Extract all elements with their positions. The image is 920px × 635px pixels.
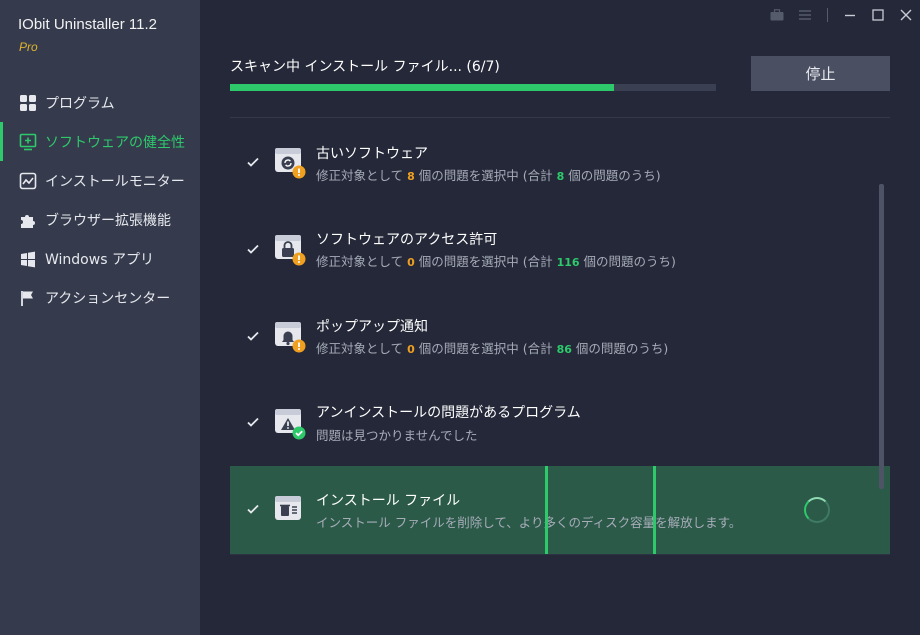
item-title: インストール ファイル	[316, 493, 461, 509]
install-files-trash-icon	[273, 493, 307, 527]
ok-badge-icon	[292, 426, 306, 440]
windows-icon	[18, 249, 38, 269]
item-description: 修正対象として 0 個の問題を選択中 (合計 86 個の問題のうち)	[316, 341, 669, 356]
selected-count: 0	[407, 256, 415, 269]
item-checkbox[interactable]	[246, 329, 260, 343]
grid-icon	[18, 93, 38, 113]
sidebar-item-label: インストールモニター	[45, 173, 185, 190]
close-icon[interactable]	[892, 0, 920, 30]
item-description: 問題は見つかりませんでした	[316, 428, 478, 443]
monitor-chart-icon	[18, 171, 38, 191]
item-title: ソフトウェアのアクセス許可	[316, 232, 498, 248]
item-checkbox[interactable]	[246, 242, 260, 256]
scan-highlight-line	[653, 466, 656, 554]
scan-highlight-line	[545, 466, 548, 554]
app-title: IObit Uninstaller 11.2	[18, 16, 157, 33]
item-description: 修正対象として 0 個の問題を選択中 (合計 116 個の問題のうち)	[316, 254, 676, 269]
item-checkbox[interactable]	[246, 155, 260, 169]
app-edition: Pro	[19, 40, 38, 54]
sidebar-item-label: ソフトウェアの健全性	[45, 134, 185, 151]
sidebar-item-label: アクションセンター	[45, 290, 171, 307]
minimize-icon[interactable]	[836, 0, 864, 30]
selected-count: 0	[407, 343, 415, 356]
window-controls	[763, 0, 920, 30]
item-checkbox[interactable]	[246, 502, 260, 516]
warning-badge-icon	[292, 165, 306, 179]
sidebar-item-label: ブラウザー拡張機能	[45, 212, 171, 229]
software-health-icon	[18, 132, 38, 152]
maximize-icon[interactable]	[864, 0, 892, 30]
sidebar-item-label: Windows アプリ	[45, 251, 154, 268]
item-description: 修正対象として 8 個の問題を選択中 (合計 8 個の問題のうち)	[316, 168, 661, 183]
sidebar-item-install-monitor[interactable]: インストールモニター	[0, 161, 200, 200]
item-title: アンインストールの問題があるプログラム	[316, 405, 581, 421]
scan-status-text: スキャン中 インストール ファイル... (6/7)	[230, 59, 500, 75]
menu-icon[interactable]	[791, 0, 819, 30]
loading-spinner-icon	[804, 497, 830, 523]
list-scrollbar[interactable]	[879, 184, 884, 489]
selected-count: 8	[407, 170, 415, 183]
flag-icon	[18, 288, 38, 308]
stop-button[interactable]: 停止	[751, 56, 890, 91]
item-checkbox[interactable]	[246, 415, 260, 429]
sidebar-item-action-center[interactable]: アクションセンター	[0, 278, 200, 317]
briefcase-icon[interactable]	[763, 0, 791, 30]
health-item-outdated-software[interactable]: 古いソフトウェア 修正対象として 8 個の問題を選択中 (合計 8 個の問題のう…	[230, 118, 890, 206]
uninstall-warning-icon	[273, 406, 307, 440]
outdated-software-icon	[273, 145, 307, 179]
access-lock-icon	[273, 232, 307, 266]
total-count: 86	[556, 343, 572, 356]
list-bottom-divider	[230, 554, 890, 555]
sidebar-item-label: プログラム	[45, 95, 115, 112]
sidebar-item-programs[interactable]: プログラム	[0, 83, 200, 122]
window-controls-divider	[827, 8, 828, 22]
puzzle-icon	[18, 210, 38, 230]
health-item-popup-notifications[interactable]: ポップアップ通知 修正対象として 0 個の問題を選択中 (合計 86 個の問題の…	[230, 292, 890, 380]
health-item-software-permissions[interactable]: ソフトウェアのアクセス許可 修正対象として 0 個の問題を選択中 (合計 116…	[230, 205, 890, 293]
sidebar-item-windows-apps[interactable]: Windows アプリ	[0, 239, 200, 278]
sidebar-nav: プログラム ソフトウェアの健全性 インストールモニター ブラウザー拡張機能 Wi…	[0, 83, 200, 317]
sidebar-item-browser-extensions[interactable]: ブラウザー拡張機能	[0, 200, 200, 239]
health-item-uninstall-issues[interactable]: アンインストールの問題があるプログラム 問題は見つかりませんでした	[230, 379, 890, 467]
warning-badge-icon	[292, 339, 306, 353]
popup-bell-icon	[273, 319, 307, 353]
sidebar: IObit Uninstaller 11.2 Pro プログラム ソフトウェアの…	[0, 0, 200, 635]
item-title: 古いソフトウェア	[316, 146, 428, 162]
scan-progress-fill	[230, 84, 614, 91]
total-count: 116	[556, 256, 580, 269]
sidebar-item-software-health[interactable]: ソフトウェアの健全性	[0, 122, 200, 161]
warning-badge-icon	[292, 252, 306, 266]
health-item-install-files[interactable]: インストール ファイル インストール ファイルを削除して、より多くのディスク容量…	[230, 466, 890, 554]
item-title: ポップアップ通知	[316, 319, 428, 335]
scan-progress-bar	[230, 84, 716, 91]
item-description: インストール ファイルを削除して、より多くのディスク容量を解放します。	[316, 515, 742, 530]
